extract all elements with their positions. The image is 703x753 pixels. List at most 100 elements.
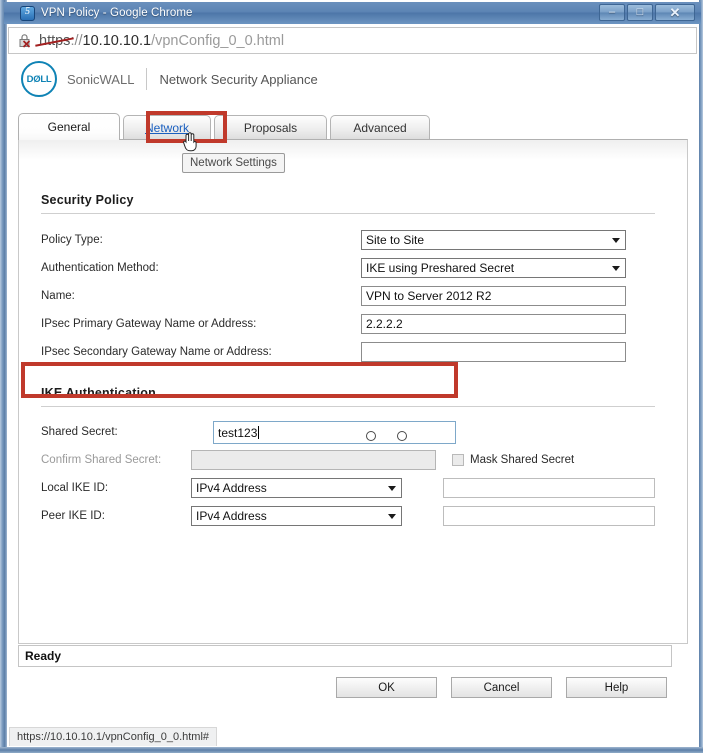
field-row-name: Name: VPN to Server 2012 R2 bbox=[41, 286, 626, 306]
peer-ike-id-label: Peer IKE ID: bbox=[41, 510, 105, 522]
auth-method-label: Authentication Method: bbox=[41, 262, 159, 274]
brand-divider bbox=[146, 68, 148, 90]
title-bar[interactable]: VPN Policy - Google Chrome – □ ✕ bbox=[4, 2, 701, 24]
name-label: Name: bbox=[41, 290, 75, 302]
ok-button-label: OK bbox=[378, 681, 395, 694]
confirm-shared-secret-label: Confirm Shared Secret: bbox=[41, 454, 162, 466]
tab-advanced[interactable]: Advanced bbox=[330, 115, 430, 140]
policy-type-label: Policy Type: bbox=[41, 234, 103, 246]
status-strip-url: https://10.10.10.1/vpnConfig_0_0.html# bbox=[17, 731, 210, 743]
panel-top-shade bbox=[19, 140, 687, 160]
dialog-button-row: OK Cancel Help bbox=[336, 677, 667, 698]
url-path: /vpnConfig_0_0.html bbox=[151, 32, 285, 49]
mask-shared-secret-control[interactable]: Mask Shared Secret bbox=[452, 454, 574, 466]
tab-general[interactable]: General bbox=[18, 113, 120, 140]
shared-secret-dot-1 bbox=[366, 431, 376, 441]
url-text[interactable]: https://10.10.10.1/vpnConfig_0_0.html bbox=[39, 33, 284, 49]
close-button[interactable]: ✕ bbox=[655, 4, 695, 21]
vpn-policy-panel: Security Policy Policy Type: Site to Sit… bbox=[18, 139, 688, 644]
minimize-button[interactable]: – bbox=[599, 4, 625, 21]
primary-gateway-value: 2.2.2.2 bbox=[366, 317, 403, 331]
security-policy-heading: Security Policy bbox=[41, 193, 134, 207]
tooltip-text: Network Settings bbox=[190, 157, 277, 169]
ike-authentication-rule bbox=[41, 406, 655, 407]
maximize-icon: □ bbox=[636, 6, 644, 18]
window-controls: – □ ✕ bbox=[599, 4, 695, 21]
local-ike-id-value: IPv4 Address bbox=[196, 481, 267, 495]
help-button-label: Help bbox=[604, 681, 629, 694]
url-scheme: https bbox=[39, 32, 71, 49]
secondary-gateway-input[interactable] bbox=[361, 342, 626, 362]
local-ike-id-select[interactable]: IPv4 Address bbox=[191, 478, 402, 498]
hand-cursor-icon bbox=[182, 130, 198, 152]
chevron-down-icon bbox=[388, 486, 396, 491]
shared-secret-value: test123 bbox=[218, 425, 258, 440]
secondary-gateway-label: IPsec Secondary Gateway Name or Address: bbox=[41, 346, 272, 358]
tab-proposals-label: Proposals bbox=[243, 121, 298, 135]
ready-text: Ready bbox=[25, 649, 62, 663]
address-bar[interactable]: https://10.10.10.1/vpnConfig_0_0.html bbox=[8, 27, 697, 54]
url-separator: :// bbox=[70, 32, 83, 49]
tab-general-label: General bbox=[47, 120, 91, 134]
brand-product: Network Security Appliance bbox=[159, 71, 318, 87]
brand-bar: DØLL SonicWALL Network Security Applianc… bbox=[9, 56, 697, 102]
cancel-button[interactable]: Cancel bbox=[451, 677, 552, 698]
peer-ike-id-value: IPv4 Address bbox=[196, 509, 267, 523]
name-input[interactable]: VPN to Server 2012 R2 bbox=[361, 286, 626, 306]
cancel-button-label: Cancel bbox=[483, 681, 520, 694]
field-row-shared-secret: Shared Secret: test123 bbox=[41, 418, 456, 446]
chevron-down-icon bbox=[612, 238, 620, 243]
chevron-down-icon bbox=[612, 266, 620, 271]
tab-advanced-label: Advanced bbox=[353, 121, 407, 135]
primary-gateway-label: IPsec Primary Gateway Name or Address: bbox=[41, 318, 257, 330]
brand-vendor: SonicWALL bbox=[67, 71, 135, 87]
local-ike-id-label: Local IKE ID: bbox=[41, 482, 109, 494]
shared-secret-label: Shared Secret: bbox=[41, 426, 118, 438]
dell-logo-text: DØLL bbox=[26, 73, 52, 85]
primary-gateway-input[interactable]: 2.2.2.2 bbox=[361, 314, 626, 334]
field-row-confirm-shared-secret: Confirm Shared Secret: Mask Shared Secre… bbox=[41, 450, 574, 470]
field-row-secondary-gateway: IPsec Secondary Gateway Name or Address: bbox=[41, 342, 626, 362]
status-ready-bar: Ready bbox=[18, 645, 672, 667]
minimize-icon: – bbox=[608, 6, 616, 18]
chevron-down-icon bbox=[388, 514, 396, 519]
auth-method-select[interactable]: IKE using Preshared Secret bbox=[361, 258, 626, 278]
insecure-lock-icon[interactable] bbox=[18, 33, 33, 49]
field-row-primary-gateway: IPsec Primary Gateway Name or Address: 2… bbox=[41, 314, 626, 334]
shared-secret-dot-2 bbox=[397, 431, 407, 441]
field-row-policy-type: Policy Type: Site to Site bbox=[41, 230, 626, 250]
ok-button[interactable]: OK bbox=[336, 677, 437, 698]
field-row-auth-method: Authentication Method: IKE using Preshar… bbox=[41, 258, 626, 278]
mask-shared-secret-checkbox[interactable] bbox=[452, 454, 464, 466]
dell-logo: DØLL bbox=[21, 61, 57, 97]
name-value: VPN to Server 2012 R2 bbox=[366, 289, 492, 303]
window-frame-left bbox=[0, 0, 7, 753]
maximize-button[interactable]: □ bbox=[627, 4, 653, 21]
tab-proposals[interactable]: Proposals bbox=[214, 115, 327, 140]
field-row-local-ike-id: Local IKE ID: IPv4 Address bbox=[41, 478, 655, 498]
close-icon: ✕ bbox=[669, 5, 681, 20]
auth-method-value: IKE using Preshared Secret bbox=[366, 261, 515, 275]
text-caret bbox=[258, 426, 260, 439]
policy-type-select[interactable]: Site to Site bbox=[361, 230, 626, 250]
peer-ike-id-input[interactable] bbox=[443, 506, 655, 526]
shared-secret-input[interactable]: test123 bbox=[213, 421, 456, 444]
peer-ike-id-select[interactable]: IPv4 Address bbox=[191, 506, 402, 526]
help-button[interactable]: Help bbox=[566, 677, 667, 698]
network-settings-tooltip: Network Settings bbox=[182, 153, 285, 173]
browser-window: VPN Policy - Google Chrome – □ ✕ https:/… bbox=[0, 0, 703, 753]
confirm-shared-secret-input bbox=[191, 450, 436, 470]
policy-type-value: Site to Site bbox=[366, 233, 425, 247]
url-host: 10.10.10.1 bbox=[82, 32, 152, 49]
window-frame-right bbox=[699, 0, 703, 753]
tab-strip: General Network Proposals Advanced bbox=[18, 112, 688, 140]
mask-shared-secret-label: Mask Shared Secret bbox=[470, 454, 575, 466]
window-title: VPN Policy - Google Chrome bbox=[41, 7, 193, 19]
window-frame-bottom bbox=[0, 747, 703, 753]
security-policy-rule bbox=[41, 213, 655, 214]
ike-authentication-heading: IKE Authentication bbox=[41, 386, 156, 400]
field-row-peer-ike-id: Peer IKE ID: IPv4 Address bbox=[41, 506, 655, 526]
chrome-icon bbox=[20, 5, 35, 21]
local-ike-id-input[interactable] bbox=[443, 478, 655, 498]
browser-status-strip: https://10.10.10.1/vpnConfig_0_0.html# bbox=[9, 727, 218, 746]
